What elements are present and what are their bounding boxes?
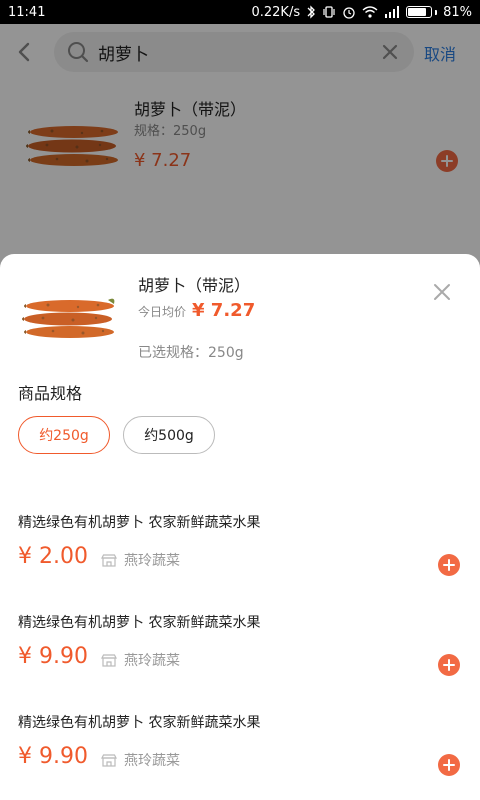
carrot-image <box>22 298 115 338</box>
store-icon <box>100 553 118 567</box>
product-name: 精选绿色有机胡萝卜 农家新鲜蔬菜水果 <box>18 715 261 731</box>
store-name: 燕玲蔬菜 <box>124 653 180 669</box>
product-price: ¥ 9.90 <box>18 644 88 669</box>
sheet-price-row: 今日均价 ¥ 7.27 <box>138 300 255 321</box>
list-item[interactable]: 精选绿色有机胡萝卜 农家新鲜蔬菜水果 ¥ 9.90 燕玲蔬菜 <box>0 712 480 800</box>
product-price: ¥ 9.90 <box>18 744 88 769</box>
add-to-cart-button[interactable] <box>438 654 460 676</box>
close-sheet-button[interactable] <box>430 280 454 304</box>
plus-icon <box>443 759 455 771</box>
product-store: 燕玲蔬菜 <box>100 550 180 570</box>
battery-percent: 81% <box>443 4 472 20</box>
signal-icon <box>385 6 400 18</box>
spec-option-250g[interactable]: 约250g <box>18 416 110 454</box>
plus-icon <box>443 659 455 671</box>
store-icon <box>100 753 118 767</box>
list-item[interactable]: 精选绿色有机胡萝卜 农家新鲜蔬菜水果 ¥ 2.00 燕玲蔬菜 <box>0 512 480 612</box>
store-icon <box>100 653 118 667</box>
wifi-icon <box>362 6 378 18</box>
net-speed: 0.22K/s <box>251 4 301 20</box>
store-name: 燕玲蔬菜 <box>124 753 180 769</box>
product-store: 燕玲蔬菜 <box>100 650 180 670</box>
selected-spec: 已选规格：250g <box>138 345 244 361</box>
product-price: ¥ 2.00 <box>18 544 88 569</box>
store-name: 燕玲蔬菜 <box>124 553 180 569</box>
close-icon <box>434 284 450 300</box>
price-label: 今日均价 <box>138 305 187 319</box>
sheet-price: ¥ 7.27 <box>192 300 256 321</box>
add-to-cart-button[interactable] <box>438 754 460 776</box>
spec-bottom-sheet: 胡萝卜（带泥） 今日均价 ¥ 7.27 已选规格：250g 商品规格 约250g… <box>0 254 480 800</box>
spec-option-500g[interactable]: 约500g <box>123 416 215 454</box>
list-item[interactable]: 精选绿色有机胡萝卜 农家新鲜蔬菜水果 ¥ 9.90 燕玲蔬菜 <box>0 612 480 712</box>
bluetooth-icon <box>307 5 316 19</box>
status-time: 11:41 <box>8 4 46 20</box>
spec-section-title: 商品规格 <box>18 384 83 403</box>
battery-indicator <box>406 6 438 18</box>
status-icons: 0.22K/s 81% <box>251 5 472 20</box>
status-bar: 11:41 0.22K/s 81% <box>0 0 480 24</box>
plus-icon <box>443 559 455 571</box>
vibrate-icon <box>323 6 335 18</box>
product-name: 精选绿色有机胡萝卜 农家新鲜蔬菜水果 <box>18 615 261 631</box>
add-to-cart-button[interactable] <box>438 554 460 576</box>
battery-fill <box>408 8 426 16</box>
product-name: 精选绿色有机胡萝卜 农家新鲜蔬菜水果 <box>18 515 261 531</box>
sheet-title: 胡萝卜（带泥） <box>138 276 251 295</box>
product-store: 燕玲蔬菜 <box>100 750 180 770</box>
alarm-icon <box>343 7 355 19</box>
